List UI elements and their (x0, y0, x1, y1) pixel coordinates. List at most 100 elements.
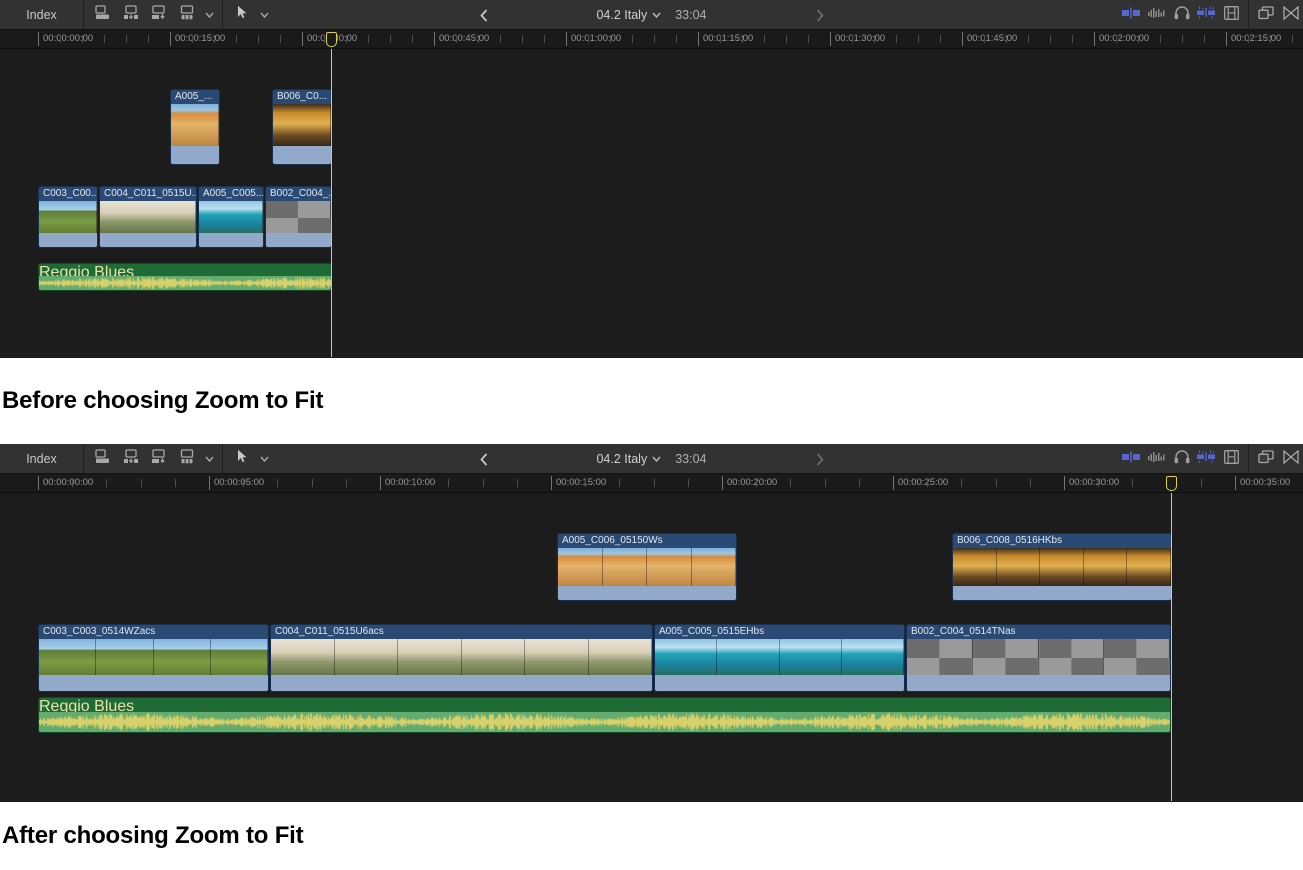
nav-forward-button[interactable] (802, 0, 838, 30)
tool-menu-chevron[interactable] (257, 456, 271, 462)
nav-back-button[interactable] (466, 0, 502, 30)
filmstrip-view-button[interactable] (1219, 4, 1244, 26)
ruler-minor-tick (214, 35, 215, 43)
storyline-clip[interactable]: B002_C004_0514TNas (906, 624, 1171, 692)
caption-text: Before choosing Zoom to Fit (2, 387, 323, 415)
timeline-tracks-after[interactable]: A005_C006_05150Ws B006_C008_0516HKbs C00… (0, 493, 1303, 801)
ruler-minor-tick (1030, 479, 1031, 487)
insert-clip-button[interactable] (118, 448, 144, 470)
ruler-label: 00:00:05:00 (209, 477, 264, 488)
music-waveform (39, 712, 1170, 732)
tool-menu-chevron[interactable] (257, 12, 271, 18)
timeline-ruler-before[interactable]: 00:00:00:0000:00:15:0000:00:30:0000:00:4… (0, 30, 1303, 49)
ruler-label: 00:00:15:00 (170, 33, 225, 44)
clip-name: A005_C005... (199, 187, 263, 201)
music-clip[interactable]: Reggio Blues (38, 697, 1171, 733)
connected-clip[interactable]: A005_... (170, 89, 220, 165)
effects-icon (1197, 6, 1216, 24)
connected-clip[interactable]: B006_C0... (272, 89, 332, 165)
show-windows-button[interactable] (1253, 4, 1278, 26)
select-tool-button[interactable] (229, 4, 255, 26)
storyline-clip[interactable]: B002_C004_... (265, 186, 332, 248)
ruler-minor-tick (720, 35, 721, 43)
index-button[interactable]: Index (0, 0, 84, 29)
clip-filmstrip (39, 639, 268, 677)
connect-icon (151, 449, 168, 469)
headphones-button[interactable] (1169, 4, 1194, 26)
playhead-line (331, 49, 332, 357)
index-label: Index (26, 8, 57, 22)
clip-appearance-button[interactable] (1119, 448, 1144, 470)
ruler-minor-tick (346, 35, 347, 43)
project-name[interactable]: 04.2 Italy (596, 8, 647, 22)
clip-audio-waveform (39, 233, 97, 247)
ruler-minor-tick (764, 35, 765, 43)
ruler-minor-tick (368, 35, 369, 43)
ruler-minor-tick (126, 35, 127, 43)
storyline-clip[interactable]: C004_C011_0515U6acs (270, 624, 653, 692)
project-chevron-down-icon[interactable] (652, 12, 661, 18)
music-clip[interactable]: Reggio Blues (38, 263, 332, 291)
ruler-minor-tick (243, 479, 244, 487)
ruler-minor-tick (324, 35, 325, 43)
playhead-line (1171, 493, 1172, 801)
connected-clip[interactable]: B006_C008_0516HKbs (952, 533, 1172, 601)
ruler-label: 00:00:30:00 (1064, 477, 1119, 488)
insert-icon (123, 449, 140, 469)
effects-button[interactable] (1194, 448, 1219, 470)
nav-back-button[interactable] (466, 444, 502, 474)
overwrite-clip-button[interactable] (174, 448, 200, 470)
ruler-minor-tick (825, 479, 826, 487)
show-windows-button[interactable] (1253, 448, 1278, 470)
ruler-minor-tick (175, 479, 176, 487)
arrow-pointer-icon (237, 449, 248, 468)
append-to-storyline-button[interactable] (90, 4, 116, 26)
ruler-minor-tick (412, 35, 413, 43)
clip-appearance-button[interactable] (1119, 4, 1144, 26)
transitions-button[interactable] (1278, 448, 1303, 470)
ruler-minor-tick (961, 479, 962, 487)
clip-name: A005_... (171, 90, 219, 104)
playhead-head[interactable] (326, 32, 337, 47)
storyline-clip[interactable]: C003_C00... (38, 186, 98, 248)
project-chevron-down-icon[interactable] (652, 456, 661, 462)
ruler-minor-tick (852, 35, 853, 43)
overwrite-clip-button[interactable] (174, 4, 200, 26)
connected-clip[interactable]: A005_C006_05150Ws (557, 533, 737, 601)
edit-menu-chevron[interactable] (202, 456, 216, 462)
ruler-minor-tick (927, 479, 928, 487)
ruler-minor-tick (654, 479, 655, 487)
playhead-head[interactable] (1166, 476, 1177, 491)
audio-meters-button[interactable] (1144, 4, 1169, 26)
ruler-minor-tick (236, 35, 237, 43)
ruler-label: 00:01:45:00 (962, 33, 1017, 44)
transitions-button[interactable] (1278, 4, 1303, 26)
audio-meters-icon (1148, 450, 1166, 468)
connect-clip-button[interactable] (146, 448, 172, 470)
ruler-minor-tick (483, 479, 484, 487)
edit-menu-chevron[interactable] (202, 12, 216, 18)
storyline-clip[interactable]: A005_C005_0515EHbs (654, 624, 905, 692)
nav-forward-button[interactable] (802, 444, 838, 474)
append-to-storyline-button[interactable] (90, 448, 116, 470)
ruler-minor-tick (1132, 479, 1133, 487)
clip-audio-waveform (171, 146, 219, 164)
storyline-clip[interactable]: C004_C011_0515U... (99, 186, 197, 248)
ruler-minor-tick (676, 35, 677, 43)
storyline-clip[interactable]: C003_C003_0514WZacs (38, 624, 269, 692)
filmstrip-view-button[interactable] (1219, 448, 1244, 470)
audio-meters-button[interactable] (1144, 448, 1169, 470)
project-name[interactable]: 04.2 Italy (596, 452, 647, 466)
timeline-ruler-after[interactable]: 00:00:00:0000:00:05:0000:00:10:0000:00:1… (0, 474, 1303, 493)
select-tool-button[interactable] (229, 448, 255, 470)
ruler-minor-tick (312, 479, 313, 487)
ruler-minor-tick (346, 479, 347, 487)
connect-clip-button[interactable] (146, 4, 172, 26)
headphones-button[interactable] (1169, 448, 1194, 470)
effects-button[interactable] (1194, 4, 1219, 26)
storyline-clip[interactable]: A005_C005... (198, 186, 264, 248)
timeline-tracks-before[interactable]: A005_... B006_C0... C003_C00... C004_C01… (0, 49, 1303, 357)
clip-filmstrip (953, 548, 1171, 588)
insert-clip-button[interactable] (118, 4, 144, 26)
index-button[interactable]: Index (0, 444, 84, 473)
